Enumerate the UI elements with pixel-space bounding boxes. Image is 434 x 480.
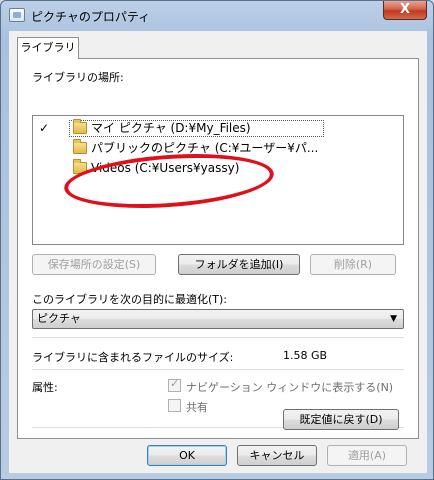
shared-label: 共有 bbox=[186, 401, 208, 414]
tab-library[interactable]: ライブラリ bbox=[17, 37, 79, 59]
add-folder-button[interactable]: フォルダを追加(I) bbox=[178, 254, 300, 275]
chevron-down-icon: ▼ bbox=[390, 314, 397, 324]
close-button[interactable]: X bbox=[383, 1, 427, 20]
optimize-value: ピクチャ bbox=[37, 312, 81, 325]
list-item[interactable]: ✓ マイ ピクチャ (D:¥My_Files) bbox=[33, 119, 403, 137]
show-in-navigation-checkbox[interactable]: ✓ bbox=[168, 377, 181, 392]
ok-button[interactable]: OK bbox=[147, 445, 227, 466]
apply-button[interactable]: 適用(A) bbox=[327, 445, 407, 466]
optimize-select[interactable]: ピクチャ ▼ bbox=[32, 309, 404, 329]
title-bar[interactable]: ピクチャのプロパティ X bbox=[1, 1, 433, 31]
attributes-label: 属性: bbox=[32, 381, 58, 394]
size-value: 1.58 GB bbox=[283, 349, 328, 362]
locations-heading: ライブラリの場所: bbox=[32, 71, 124, 84]
folder-icon bbox=[73, 119, 87, 134]
location-label: マイ ピクチャ (D:¥My_Files) bbox=[91, 121, 251, 135]
cancel-button[interactable]: キャンセル bbox=[237, 445, 317, 466]
show-in-navigation-label: ナビゲーション ウィンドウに表示する(N) bbox=[186, 381, 394, 394]
size-label: ライブラリに含まれるファイルのサイズ: bbox=[32, 351, 234, 364]
dialog-client: ライブラリ ライブラリの場所: ✓ マイ ピクチャ (D:¥My_Files) … bbox=[9, 31, 427, 473]
properties-window: ピクチャのプロパティ X ライブラリ ライブラリの場所: ✓ マイ ピクチャ (… bbox=[0, 0, 434, 480]
window-title: ピクチャのプロパティ bbox=[31, 10, 151, 24]
set-save-location-button[interactable]: 保存場所の設定(S) bbox=[32, 254, 156, 275]
default-check-icon: ✓ bbox=[39, 121, 50, 135]
shared-checkbox[interactable] bbox=[168, 399, 181, 412]
divider bbox=[32, 369, 404, 370]
divider bbox=[32, 337, 404, 338]
remove-button[interactable]: 削除(R) bbox=[310, 254, 396, 275]
restore-defaults-button[interactable]: 既定値に戻す(D) bbox=[283, 409, 399, 430]
tab-panel: ライブラリの場所: ✓ マイ ピクチャ (D:¥My_Files) パブリックの… bbox=[17, 58, 419, 439]
folder-icon bbox=[73, 139, 87, 154]
library-icon bbox=[9, 8, 25, 22]
checkmark-icon: ✓ bbox=[170, 377, 180, 390]
optimize-label: このライブラリを次の目的に最適化(T): bbox=[32, 293, 228, 306]
